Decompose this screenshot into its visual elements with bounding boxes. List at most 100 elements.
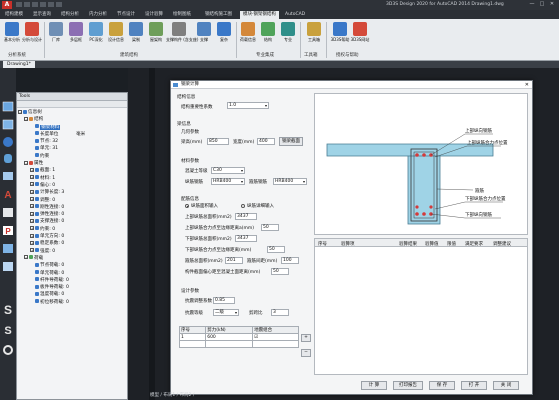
seismic-level-select[interactable]: 二级 (213, 309, 239, 316)
ribbon-button-brace[interactable]: 支撑 (194, 22, 214, 50)
tree-item[interactable]: + 稳定系数: 0 (18, 240, 127, 247)
print-report-button[interactable]: 打印报告 (393, 381, 423, 390)
redo-icon[interactable] (48, 2, 54, 7)
undo-icon[interactable] (40, 2, 46, 7)
radio-detail-input[interactable] (241, 204, 245, 208)
ribbon-button-toolbox[interactable]: 工具箱 (304, 22, 324, 50)
expand-toggle-icon[interactable]: − (24, 255, 28, 260)
tab-autocad[interactable]: AutoCAD (282, 11, 308, 19)
bottom-dist-input[interactable]: 50 (267, 246, 285, 253)
stirrup-area-input[interactable]: 201 (225, 257, 243, 264)
gear-icon[interactable] (3, 345, 13, 355)
open-button[interactable]: 打 开 (461, 381, 487, 390)
s2-icon[interactable]: S (4, 325, 11, 337)
expand-toggle-icon[interactable]: − (18, 109, 22, 114)
tab-analysis[interactable]: 结构分析 (58, 11, 82, 19)
delete-row-button[interactable]: − (301, 349, 311, 357)
layers-icon[interactable] (3, 244, 13, 253)
ribbon-button-support-member[interactable]: 支撑构件 (含支座) (166, 22, 198, 50)
ribbon-button-design[interactable]: 分析与设计 (22, 22, 42, 50)
tree-item[interactable]: − 信息树 (18, 109, 127, 116)
tree-item[interactable]: + 单元方向: 0 (18, 233, 127, 240)
tree-item[interactable]: − 荷载 (18, 255, 127, 262)
shear-span-input[interactable]: 3 (271, 309, 289, 316)
tree-item[interactable]: 温度荷载: 0 (18, 291, 127, 298)
new-icon[interactable] (16, 2, 22, 7)
expand-toggle-icon[interactable]: + (30, 189, 34, 194)
width-input[interactable]: 400 (257, 138, 275, 145)
ribbon-button-complex[interactable]: 复杂 (214, 22, 234, 50)
height-input[interactable]: 850 (207, 138, 229, 145)
tree-item[interactable]: 板件导荷载: 0 (18, 284, 127, 291)
expand-toggle-icon[interactable]: + (30, 175, 34, 180)
tree-item[interactable]: 单元荷载: 0 (18, 270, 127, 277)
ribbon-button-multistory[interactable]: 多层框 (66, 22, 86, 50)
dialog-close-icon[interactable]: ✕ (525, 81, 529, 89)
section-button[interactable]: 钢梁截面 (279, 137, 303, 146)
ribbon-button-structure[interactable]: 结构 (258, 22, 278, 50)
layout-tabs[interactable]: 模型 / 布局1 / 布局2 / (150, 392, 194, 399)
tree-item[interactable]: + 调整: 0 (18, 197, 127, 204)
cylinder-icon[interactable] (4, 154, 12, 163)
ribbon-button-pc[interactable]: PC深化 (86, 22, 106, 50)
tree-item[interactable]: 单元: 31 (18, 145, 127, 152)
tree-item[interactable]: + 材料: 1 (18, 175, 127, 182)
tree-item[interactable]: + 支撑连接: 0 (18, 218, 127, 225)
expand-toggle-icon[interactable]: − (24, 116, 28, 121)
tree-item[interactable]: + 约束: 0 (18, 226, 127, 233)
add-row-button[interactable]: + (301, 334, 311, 342)
tab-steel-drawing[interactable]: 钢结构施工图 (202, 11, 235, 19)
calculate-button[interactable]: 计 算 (361, 381, 387, 390)
open-icon[interactable] (24, 2, 30, 7)
stirrup-steel-select[interactable]: HRB400 (273, 178, 307, 185)
stirrup-spacing-input[interactable]: 100 (281, 257, 299, 264)
print-icon[interactable] (56, 2, 62, 7)
tree-item[interactable]: − 属性 (18, 160, 127, 167)
tab-module[interactable]: 模块·钢架钢结构 (240, 11, 279, 19)
grid-icon[interactable] (3, 208, 13, 217)
tree-item[interactable]: 节点荷载: 0 (18, 262, 127, 269)
long-bar-select[interactable]: HRB400 (211, 178, 245, 185)
expand-toggle-icon[interactable]: + (30, 240, 34, 245)
slab-dist-input[interactable]: 50 (271, 268, 289, 275)
tree-item[interactable]: 钢架材料 (18, 124, 127, 131)
tree-item[interactable]: + 截面: 1 (18, 167, 127, 174)
save-icon[interactable] (32, 2, 38, 7)
top-area-input[interactable]: 3437 (235, 213, 257, 220)
tree-item[interactable]: 长度单位 毫米 (18, 131, 127, 138)
box-icon[interactable] (2, 119, 14, 130)
expand-toggle-icon[interactable]: + (30, 211, 34, 216)
load-cell-seismic[interactable]: ☑ (252, 333, 299, 341)
tab-display[interactable]: 显示查询 (30, 11, 54, 19)
expand-toggle-icon[interactable]: + (30, 248, 34, 253)
tree-item[interactable]: + 偏心: 0 (18, 182, 127, 189)
tree-item[interactable]: + 弹性连接: 0 (18, 211, 127, 218)
select-icon[interactable] (3, 262, 13, 271)
ribbon-button-website[interactable]: 3D3S网站 (350, 22, 370, 50)
expand-toggle-icon[interactable]: + (30, 182, 34, 187)
sphere-icon[interactable] (3, 137, 13, 147)
cube-icon[interactable] (2, 101, 14, 112)
ribbon-button-load-info[interactable]: 荷载信息 (238, 22, 258, 50)
maximize-button[interactable]: □ (537, 1, 547, 8)
tab-internal-force[interactable]: 内力分析 (86, 11, 110, 19)
concrete-select[interactable]: C30 (211, 167, 245, 174)
expand-toggle-icon[interactable]: + (30, 197, 34, 202)
dialog-close-button[interactable]: 关 闭 (493, 381, 519, 390)
ribbon-button-design-info[interactable]: 设计信息 (106, 22, 126, 50)
tree-item[interactable]: 约束 (18, 153, 127, 160)
tree-item[interactable]: + 计算长度: 3 (18, 189, 127, 196)
expand-toggle-icon[interactable]: + (30, 204, 34, 209)
ribbon-button-basic-analysis[interactable]: 基本分析 (2, 22, 22, 50)
ribbon-button-factory[interactable]: 厂库 (46, 22, 66, 50)
tab-check[interactable]: 设计验算 (142, 11, 166, 19)
minimize-button[interactable]: — (527, 1, 537, 8)
ribbon-button-help[interactable]: 3D3S帮助 (330, 22, 350, 50)
s-icon[interactable]: S (4, 303, 12, 317)
p-icon[interactable]: P (3, 226, 13, 236)
table-row[interactable]: 1 600 ☑ (178, 333, 299, 341)
canvas-scrollbar[interactable] (149, 68, 155, 400)
tree-item[interactable]: 节点: 32 (18, 138, 127, 145)
tree-item[interactable]: 杆件导荷载: 0 (18, 277, 127, 284)
shape-icon[interactable] (3, 172, 13, 180)
